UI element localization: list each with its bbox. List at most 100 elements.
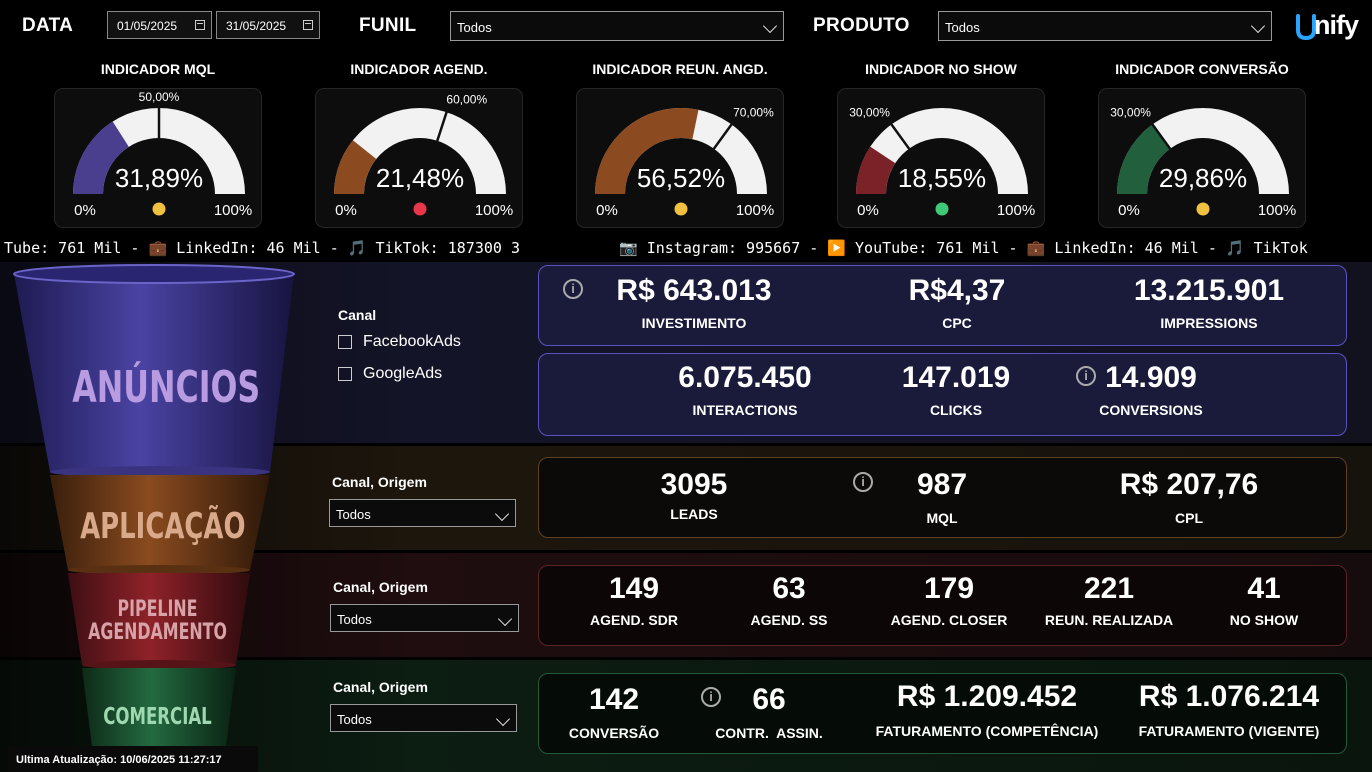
funnel-stage-pipeline-line1: PIPELINE <box>117 597 198 622</box>
kpi-mql-value: 987 <box>916 468 968 501</box>
kpi-faturamento-vigente: R$ 1.076.214 FATURAMENTO (VIGENTE) <box>1124 680 1334 739</box>
aplicacao-kpi-panel: 3095 LEADS i 987 MQL R$ 207,76 CPL <box>538 457 1347 538</box>
gauge-max-label: 100% <box>475 202 513 219</box>
kpi-contr-assin: 66 CONTR. ASSIN. <box>699 683 839 741</box>
end-date-picker[interactable]: 31/05/2025 <box>216 11 320 39</box>
facebookads-checkbox[interactable] <box>338 335 352 349</box>
gauge-max-label: 100% <box>736 202 774 219</box>
kpi-clicks-value: 147.019 <box>901 361 1011 394</box>
logo-text: nify <box>1314 10 1359 40</box>
kpi-impressions-value: 13.215.901 <box>1133 274 1285 307</box>
gauge-value-label: 21,48% <box>376 163 464 193</box>
gauge-target-label: 50,00% <box>139 90 180 104</box>
kpi-agend-sdr-label: AGEND. SDR <box>590 612 678 628</box>
kpi-no-show-value: 41 <box>1247 572 1281 605</box>
comercial-canal-origem-dropdown[interactable]: Todos <box>330 704 517 732</box>
gauge-min-label: 0% <box>335 202 357 219</box>
kpi-faturamento-competencia: R$ 1.209.452 FATURAMENTO (COMPETÊNCIA) <box>857 680 1117 739</box>
kpi-cpc-value: R$4,37 <box>908 274 1006 307</box>
gauge-card[interactable]: 30,00% 29,86% 0% 100% <box>1098 88 1306 228</box>
aplicacao-dropdown-value: Todos <box>336 507 371 522</box>
gauge-chart: 30,00% 29,86% 0% 100% <box>1110 106 1296 219</box>
funil-dropdown-value: Todos <box>457 20 492 35</box>
start-date-picker[interactable]: 01/05/2025 <box>107 11 212 39</box>
gauge-min-label: 0% <box>857 202 879 219</box>
social-ticker-right: 📷 Instagram: 995667 - ▶️ YouTube: 761 Mi… <box>619 239 1308 257</box>
pipeline-filter-label: Canal, Origem <box>333 579 428 595</box>
kpi-conversao-label: CONVERSÃO <box>568 725 660 741</box>
produto-filter-label: PRODUTO <box>813 15 910 36</box>
pipeline-canal-origem-dropdown[interactable]: Todos <box>330 604 519 632</box>
gauge-title: INDICADOR MQL <box>100 61 216 77</box>
kpi-agend-sdr: 149 AGEND. SDR <box>559 572 709 628</box>
gauge-chart: 30,00% 18,55% 0% 100% <box>849 106 1035 219</box>
canal-filter-label: Canal <box>338 307 377 323</box>
gauge-target-label: 70,00% <box>733 106 774 120</box>
kpi-clicks-label: CLICKS <box>929 402 983 418</box>
gauge-min-label: 0% <box>596 202 618 219</box>
gauge-target-label: 30,00% <box>849 106 890 120</box>
kpi-contr-assin-value: 66 <box>752 683 786 716</box>
chevron-down-icon <box>1250 18 1266 34</box>
kpi-agend-ss: 63 AGEND. SS <box>714 572 864 628</box>
kpi-interactions-value: 6.075.450 <box>678 361 812 394</box>
calendar-icon[interactable] <box>195 20 205 30</box>
chevron-down-icon <box>494 506 510 522</box>
funil-filter-label: FUNIL <box>359 15 417 36</box>
aplicacao-canal-origem-dropdown[interactable]: Todos <box>329 499 516 527</box>
produto-dropdown[interactable]: Todos <box>938 11 1272 41</box>
gauge-value-label: 31,89% <box>115 163 203 193</box>
kpi-agend-closer-label: AGEND. CLOSER <box>890 612 1008 628</box>
kpi-reun-realizada-value: 221 <box>1083 572 1135 605</box>
gauge-title: INDICADOR AGEND. <box>350 61 488 77</box>
kpi-faturamento-competencia-label: FATURAMENTO (COMPETÊNCIA) <box>875 723 1099 739</box>
funnel-stage-pipeline: PIPELINE AGENDAMENTO <box>87 598 227 644</box>
kpi-cpc: R$4,37 CPC <box>857 274 1057 331</box>
kpi-conversao-value: 142 <box>588 683 640 716</box>
kpi-no-show: 41 NO SHOW <box>1199 572 1329 628</box>
gauge-card[interactable]: 60,00% 21,48% 0% 100% <box>315 88 523 228</box>
gauge-title: INDICADOR NO SHOW <box>865 61 1017 77</box>
gauge-status-dot-icon <box>674 202 688 216</box>
funnel-stage-aplicacao: APLICAÇÃO <box>80 506 246 547</box>
aplicacao-filter-label: Canal, Origem <box>332 474 427 490</box>
gauge-max-label: 100% <box>1258 202 1296 219</box>
funnel-stage-pipeline-line2: AGENDAMENTO <box>88 620 227 645</box>
kpi-agend-closer-value: 179 <box>923 572 975 605</box>
gauge-min-label: 0% <box>74 202 96 219</box>
gauge-title: INDICADOR REUN. ANGD. <box>592 61 768 77</box>
gauge-card[interactable]: 70,00% 56,52% 0% 100% <box>576 88 784 228</box>
anuncios-kpi-panel-2: 6.075.450 INTERACTIONS 147.019 CLICKS i … <box>538 353 1347 436</box>
footer-bar: Ultima Atualização: 10/06/2025 11:27:17 <box>8 746 258 772</box>
gauge-card[interactable]: 50,00% 31,89% 0% 100% <box>54 88 262 228</box>
last-update-text: Ultima Atualização: 10/06/2025 11:27:17 <box>16 754 222 766</box>
pipeline-kpi-panel: 149 AGEND. SDR 63 AGEND. SS 179 AGEND. C… <box>538 565 1347 646</box>
kpi-agend-closer: 179 AGEND. CLOSER <box>864 572 1034 628</box>
kpi-leads-label: LEADS <box>670 506 718 522</box>
kpi-contr-assin-label: CONTR. ASSIN. <box>715 725 823 741</box>
kpi-reun-realizada-label: REUN. REALIZADA <box>1044 612 1174 628</box>
gauge-status-dot-icon <box>152 202 166 216</box>
gauge-chart: 60,00% 21,48% 0% 100% <box>334 93 513 219</box>
kpi-leads: 3095 LEADS <box>594 468 794 522</box>
kpi-investimento-label: INVESTIMENTO <box>641 315 747 331</box>
kpi-mql: 987 MQL <box>842 468 1042 526</box>
gauge-value-label: 29,86% <box>1159 163 1247 193</box>
kpi-leads-value: 3095 <box>660 468 728 501</box>
gauge-chart: 70,00% 56,52% 0% 100% <box>595 106 774 219</box>
gauge-target-label: 60,00% <box>446 93 487 107</box>
funil-dropdown[interactable]: Todos <box>450 11 784 41</box>
kpi-cpc-label: CPC <box>942 315 972 331</box>
funnel-stage-anuncios: ANÚNCIOS <box>72 362 261 413</box>
kpi-faturamento-vigente-value: R$ 1.076.214 <box>1138 680 1320 713</box>
googleads-checkbox[interactable] <box>338 367 352 381</box>
kpi-agend-ss-value: 63 <box>772 572 806 605</box>
calendar-icon[interactable] <box>303 20 313 30</box>
data-filter-label: DATA <box>22 15 74 36</box>
googleads-label: GoogleAds <box>363 365 443 382</box>
gauge-card[interactable]: 30,00% 18,55% 0% 100% <box>837 88 1045 228</box>
gauge-status-dot-icon <box>935 202 949 216</box>
chevron-down-icon <box>762 18 778 34</box>
kpi-conversions-value: 14.909 <box>1105 361 1197 394</box>
kpi-interactions: 6.075.450 INTERACTIONS <box>635 361 855 418</box>
